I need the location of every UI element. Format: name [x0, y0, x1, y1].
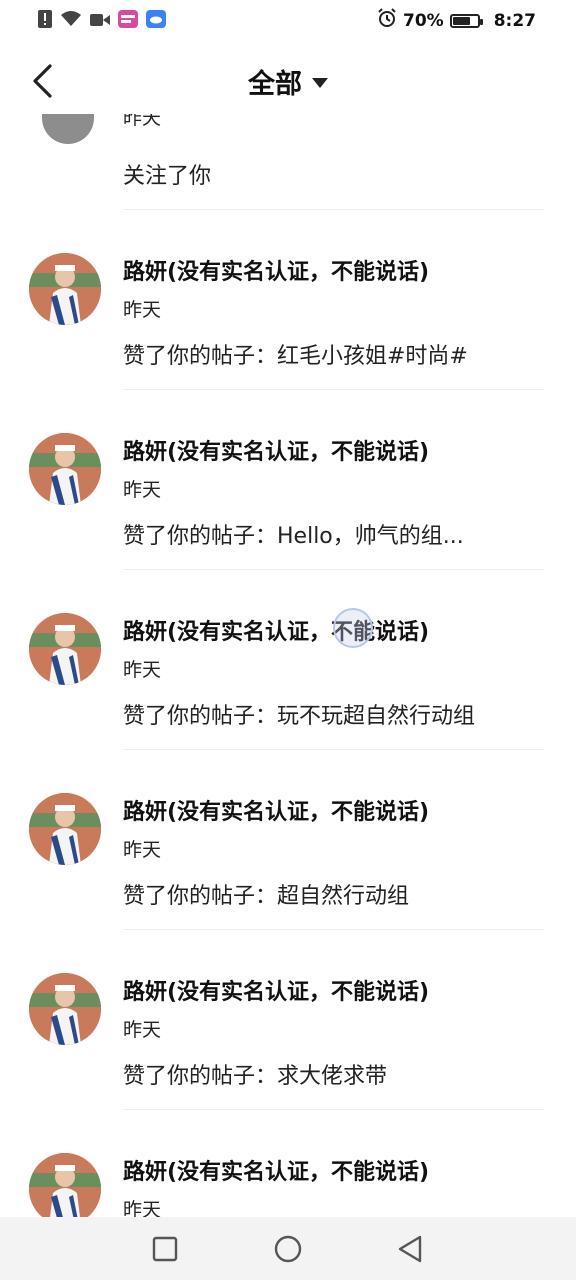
back-triangle-icon	[398, 1235, 422, 1263]
notification-message: 赞了你的帖子：玩不玩超自然行动组	[123, 704, 476, 729]
status-left-icons	[38, 10, 166, 32]
cloud-app-icon	[146, 10, 166, 32]
home-circle-icon	[274, 1235, 302, 1263]
video-icon	[90, 12, 110, 31]
notification-time: 昨天	[123, 659, 162, 681]
notification-time: 昨天	[123, 839, 162, 861]
notification-time: 昨天	[123, 1199, 162, 1217]
sender-name[interactable]: 路妍(没有实名认证，不能说话)	[123, 254, 429, 286]
avatar[interactable]	[42, 114, 94, 144]
app-badge-icon	[118, 10, 138, 32]
notification-message: 赞了你的帖子：求大佬求带	[123, 1064, 388, 1089]
partial-item-time: 昨天	[123, 114, 162, 129]
sender-name[interactable]: 路妍(没有实名认证，不能说话)	[123, 974, 429, 1006]
avatar[interactable]	[29, 1153, 101, 1217]
partial-item-message: 关注了你	[123, 164, 212, 189]
filter-dropdown[interactable]: 全部	[248, 62, 328, 101]
list-item[interactable]: 路妍(没有实名认证，不能说话) 昨天 赞了你的帖子：红毛小孩姐#时尚#	[0, 210, 576, 390]
list-item[interactable]: 路妍(没有实名认证，不能说话) 昨天 赞了你的帖子：Hello，帅气的组...	[0, 390, 576, 570]
recents-square-icon	[152, 1236, 178, 1262]
sender-name[interactable]: 路妍(没有实名认证，不能说话)	[123, 794, 429, 826]
page-title: 全部	[248, 69, 302, 100]
notification-message: 赞了你的帖子：红毛小孩姐#时尚#	[123, 344, 468, 369]
avatar[interactable]	[29, 433, 101, 505]
wifi-icon	[60, 10, 82, 32]
nav-back-button[interactable]	[394, 1233, 426, 1265]
caret-down-icon	[312, 77, 328, 88]
list-item[interactable]: 路妍(没有实名认证，不能说话) 昨天 赞了你的帖子：求大佬求带	[0, 930, 576, 1110]
system-nav-bar	[0, 1217, 576, 1280]
clock-time: 8:27	[493, 10, 536, 31]
status-right: 70% 8:27	[377, 8, 536, 33]
notification-message: 赞了你的帖子：超自然行动组	[123, 884, 410, 909]
home-button[interactable]	[272, 1233, 304, 1265]
list-item[interactable]: 路妍(没有实名认证，不能说话) 昨天 赞了你的帖子：超自然行动组	[0, 750, 576, 930]
notification-list[interactable]: 昨天 关注了你 路妍(没有实名认证，不能说话) 昨天 赞了你的帖子：红毛小孩姐#…	[0, 100, 576, 1217]
sender-name[interactable]: 路妍(没有实名认证，不能说话)	[123, 614, 429, 646]
touch-indicator	[333, 608, 373, 648]
notification-time: 昨天	[123, 479, 162, 501]
battery-icon	[449, 13, 483, 28]
battery-level	[452, 16, 470, 25]
battery-percent: 70%	[403, 10, 444, 31]
list-item[interactable]: 路妍(没有实名认证，不能说话) 昨天 赞了你的帖子：玩不玩超自然行动组	[0, 570, 576, 750]
notifications-screen: 70% 8:27 全部 昨天 关注了你 路妍(没有实名认证，不能说话) 昨天 赞…	[0, 0, 576, 1280]
avatar[interactable]	[29, 613, 101, 685]
list-item-partial[interactable]: 昨天 关注了你	[0, 100, 576, 210]
alarm-icon	[377, 8, 397, 33]
alert-icon	[38, 10, 52, 32]
sender-name[interactable]: 路妍(没有实名认证，不能说话)	[123, 434, 429, 466]
sender-name[interactable]: 路妍(没有实名认证，不能说话)	[123, 1154, 429, 1186]
notification-time: 昨天	[123, 1019, 162, 1041]
recents-button[interactable]	[149, 1233, 181, 1265]
notification-time: 昨天	[123, 299, 162, 321]
avatar[interactable]	[29, 253, 101, 325]
notification-message: 赞了你的帖子：Hello，帅气的组...	[123, 524, 464, 549]
avatar[interactable]	[29, 793, 101, 865]
avatar[interactable]	[29, 973, 101, 1045]
status-bar: 70% 8:27	[0, 0, 576, 40]
list-item[interactable]: 路妍(没有实名认证，不能说话) 昨天	[0, 1110, 576, 1217]
